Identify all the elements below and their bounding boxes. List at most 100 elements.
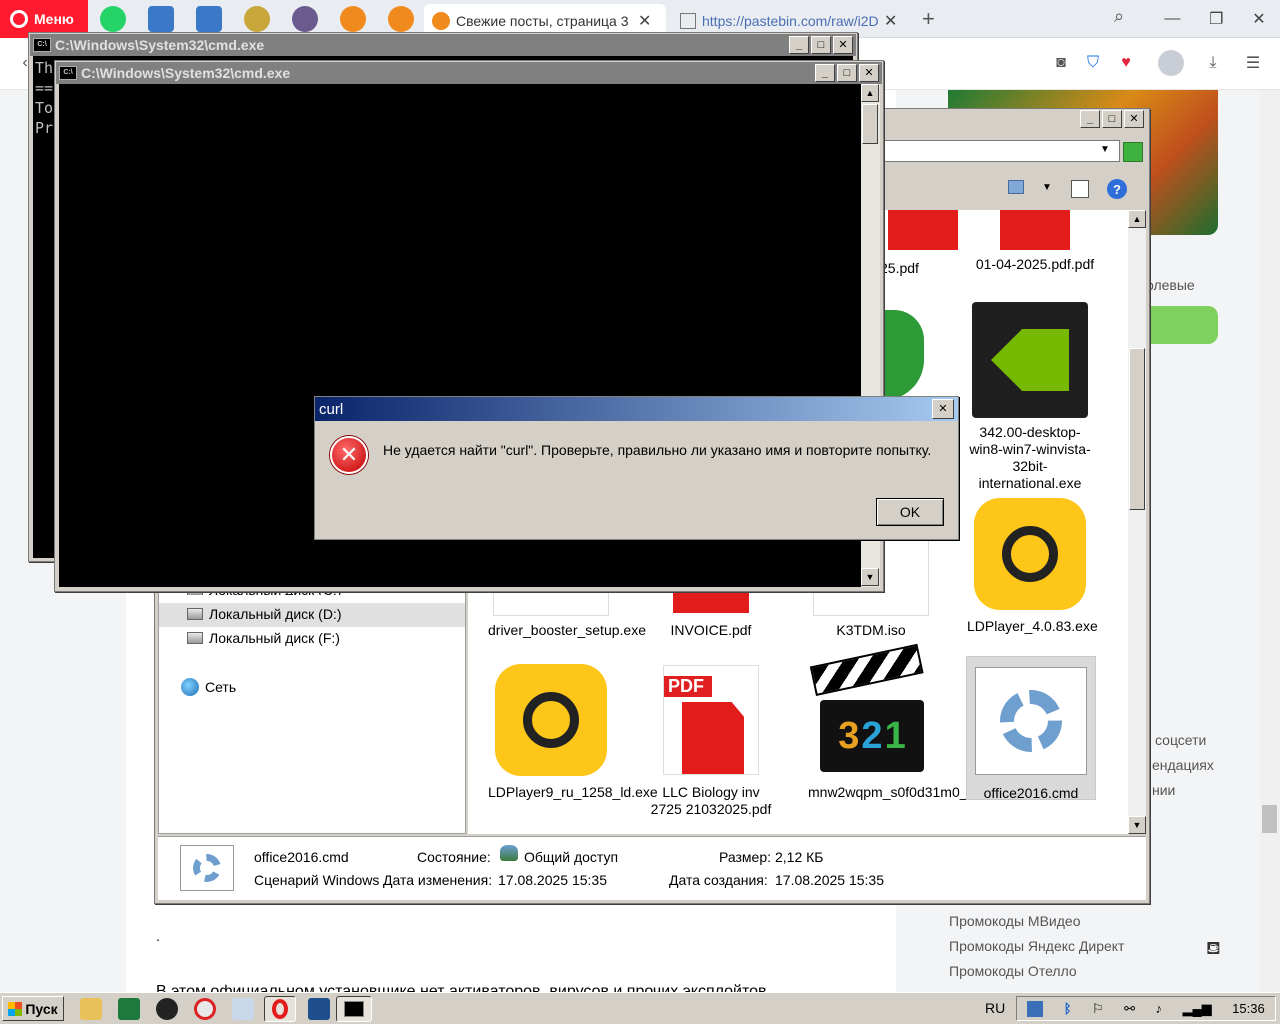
new-tab-plus-icon[interactable]: +	[922, 6, 935, 32]
signal-icon[interactable]: ▂▄▆	[1182, 1001, 1211, 1017]
pinned-tab-icon[interactable]	[196, 6, 222, 32]
close-icon[interactable]: ✕	[1252, 9, 1265, 29]
maximize-button[interactable]: □	[837, 64, 857, 82]
help-icon[interactable]: ?	[1107, 179, 1127, 199]
file-item[interactable]: LDPlayer9_ru_1258_ld.exe	[488, 662, 658, 801]
maximize-button[interactable]: □	[1102, 110, 1122, 128]
promo-link[interactable]: Промокоды Отелло	[949, 963, 1077, 979]
whatsapp-icon[interactable]	[100, 6, 126, 32]
profile-icon[interactable]	[1158, 50, 1184, 76]
taskbar-cmd-button[interactable]	[336, 996, 372, 1022]
file-item[interactable]: 01-04-2025.pdf.pdf	[972, 210, 1098, 273]
volume-icon[interactable]: ♪	[1155, 1001, 1162, 1016]
file-label: LLC Biology inv 2725 21032025.pdf	[650, 784, 772, 817]
file-item[interactable]: 342.00-desktop-win8-win7-winvista-32bit-…	[967, 302, 1093, 492]
file-item-selected[interactable]: office2016.cmd	[966, 656, 1096, 801]
cmd-titlebar[interactable]: C:\ C:\Windows\System32\cmd.exe _ □ ✕	[30, 34, 856, 56]
network-icon	[181, 678, 199, 696]
pikabu-icon[interactable]	[388, 6, 414, 32]
emblem-icon[interactable]	[244, 6, 270, 32]
cmd-icon: C:\	[33, 38, 51, 52]
minimize-button[interactable]: _	[815, 64, 835, 82]
language-indicator[interactable]: RU	[985, 1000, 1005, 1016]
camera-icon[interactable]: ◙	[1050, 52, 1072, 74]
search-icon[interactable]: ⌕	[1114, 6, 1124, 27]
maximize-icon[interactable]: ❐	[1209, 9, 1223, 29]
dialog-titlebar[interactable]: curl	[315, 397, 958, 421]
sidebar-link[interactable]: ендациях	[1152, 757, 1214, 773]
file-item[interactable]: PDF LLC Biology inv 2725 21032025.pdf	[648, 662, 774, 818]
shared-users-icon	[500, 845, 518, 861]
nav-item-network[interactable]: Сеть	[181, 678, 236, 696]
start-button[interactable]: Пуск	[2, 996, 64, 1021]
speedometer-icon[interactable]	[156, 998, 178, 1020]
maximize-button[interactable]: □	[811, 36, 831, 54]
video-clapper-icon: 321	[809, 643, 926, 774]
error-icon: ✕	[330, 436, 368, 474]
close-button[interactable]: ✕	[833, 36, 853, 54]
download-icon[interactable]: ⤓	[1202, 52, 1224, 74]
page-dot: .	[156, 928, 160, 944]
cmd-icon: C:\	[59, 66, 77, 80]
promo-link[interactable]: Промокоды Яндекс Директ	[949, 938, 1124, 954]
window-title: C:\Windows\System32\cmd.exe	[81, 65, 291, 81]
ok-button[interactable]: OK	[876, 498, 944, 526]
sidebar-link[interactable]: соцсети	[1155, 732, 1206, 748]
window-controls: — ❐ ✕	[1150, 0, 1280, 38]
minimize-button[interactable]: _	[1080, 110, 1100, 128]
opera-logo-icon	[10, 10, 28, 28]
preview-pane-icon[interactable]	[1071, 180, 1089, 198]
window-title: C:\Windows\System32\cmd.exe	[55, 37, 265, 53]
dialog-close-button[interactable]: ✕	[932, 399, 954, 419]
usb-icon[interactable]: ⚯	[1124, 1001, 1135, 1017]
shield-icon[interactable]	[884, 310, 924, 400]
network-tray-icon[interactable]	[1027, 1000, 1044, 1017]
scroll-up-arrow[interactable]: ▲	[861, 84, 879, 102]
scroll-up-arrow[interactable]: ▲	[1128, 210, 1146, 228]
scrollbar-thumb[interactable]	[1129, 348, 1145, 510]
scroll-down-arrow[interactable]: ▼	[1128, 816, 1146, 834]
vpn-shield-icon[interactable]	[308, 998, 330, 1020]
bluetooth-icon[interactable]: ᛒ	[1064, 1001, 1072, 1016]
sidebar-link[interactable]: нии	[1152, 782, 1175, 798]
cmd-titlebar[interactable]: C:\ C:\Windows\System32\cmd.exe _ □ ✕	[56, 62, 882, 84]
page-scrollbar[interactable]	[1260, 90, 1280, 992]
detail-state-label: Состояние:	[417, 849, 491, 865]
flag-icon[interactable]: ⚐	[1092, 1001, 1104, 1017]
file-label: LDPlayer9_ru_1258_ld.exe	[488, 784, 658, 800]
nav-item-drive-f[interactable]: Локальный диск (F:)	[187, 630, 340, 646]
chevron-down-icon[interactable]: ▼	[1042, 182, 1052, 193]
paint-bucket-icon[interactable]: ⛾	[1206, 938, 1221, 962]
file-item[interactable]: LDPlayer_4.0.83.exe	[967, 496, 1098, 635]
file-icon[interactable]	[232, 998, 254, 1020]
chevron-down-icon[interactable]: ▼	[1100, 144, 1110, 155]
close-button[interactable]: ✕	[1124, 110, 1144, 128]
minimize-icon[interactable]: —	[1164, 10, 1180, 28]
settings-icon[interactable]: ☰	[1242, 52, 1264, 74]
file-list-scrollbar[interactable]: ▲ ▼	[1128, 210, 1146, 834]
scrollbar-thumb[interactable]	[862, 104, 878, 144]
file-item[interactable]: 321 mnw2wqpm_s0f0d31m0_576x1024.mp4	[808, 643, 1060, 801]
close-icon[interactable]: ✕	[884, 11, 897, 31]
promo-link[interactable]: Промокоды МВидео	[949, 913, 1081, 929]
heart-icon[interactable]: ♥	[1115, 52, 1137, 74]
ldplayer-icon	[495, 664, 607, 776]
excel-icon[interactable]	[118, 998, 140, 1020]
avatar-tab-icon[interactable]	[292, 6, 318, 32]
minimize-button[interactable]: _	[789, 36, 809, 54]
shield-icon[interactable]: ⛉	[1082, 52, 1104, 74]
explorer-titlebar: _ □ ✕	[884, 108, 1148, 132]
pikabu-icon[interactable]	[340, 6, 366, 32]
opera-icon[interactable]	[194, 998, 216, 1020]
nav-item-drive-d[interactable]: Локальный диск (D:)	[187, 606, 342, 622]
pinned-tab-icon[interactable]	[148, 6, 174, 32]
scroll-down-arrow[interactable]: ▼	[861, 568, 879, 586]
refresh-icon[interactable]	[1123, 142, 1143, 162]
taskbar-opera-button[interactable]	[264, 996, 296, 1022]
address-bar[interactable]	[884, 140, 1120, 162]
folder-icon[interactable]	[80, 998, 102, 1020]
page-scrollbar-thumb[interactable]	[1262, 805, 1277, 833]
close-icon[interactable]: ✕	[638, 11, 651, 31]
views-icon[interactable]	[1008, 180, 1024, 194]
close-button[interactable]: ✕	[859, 64, 879, 82]
